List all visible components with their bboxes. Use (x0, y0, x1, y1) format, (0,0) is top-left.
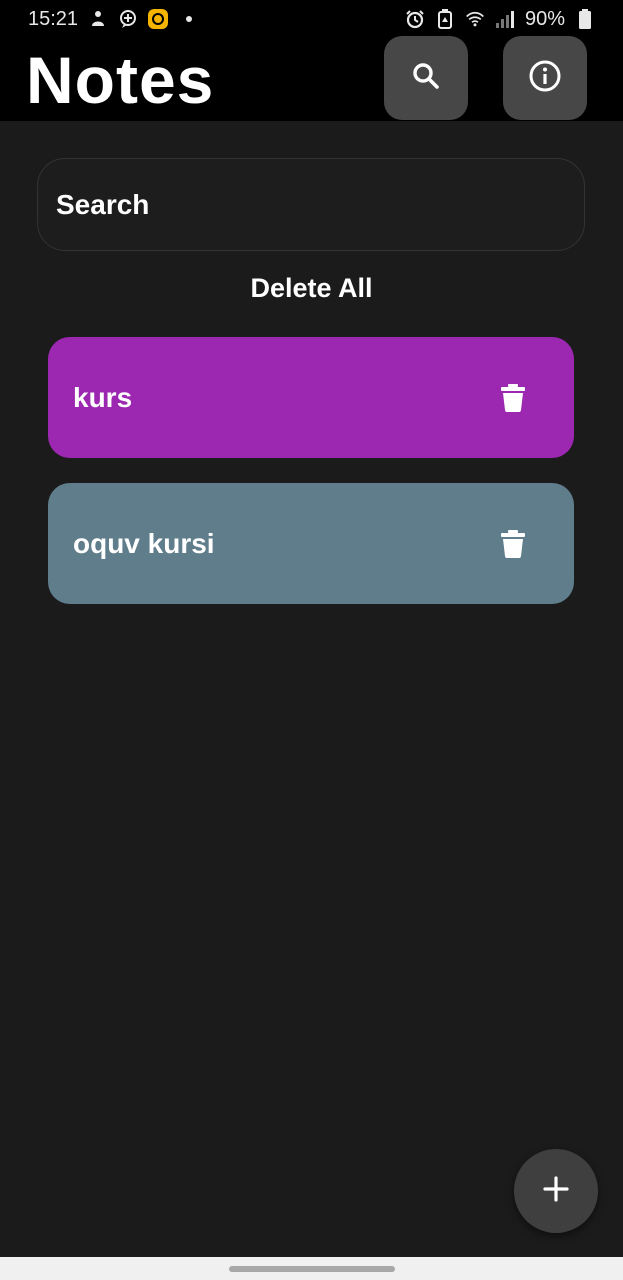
note-title: kurs (73, 381, 133, 413)
delete-note-button[interactable] (500, 529, 526, 559)
status-left: 15:21 (28, 7, 193, 31)
trash-icon (501, 383, 525, 412)
status-right: 90% (405, 8, 595, 31)
delete-all-button[interactable]: Delete All (0, 268, 623, 308)
navigation-bar (0, 1257, 623, 1280)
search-placeholder: Search (56, 188, 150, 220)
chat-plus-icon (118, 9, 138, 29)
dot-icon (186, 16, 193, 22)
note-card[interactable]: kurs (48, 337, 574, 458)
note-card[interactable]: oquv kursi (48, 483, 574, 604)
status-bar: 15:21 90% (0, 0, 623, 38)
search-button[interactable] (384, 36, 468, 120)
info-icon (528, 59, 562, 98)
delete-note-button[interactable] (500, 383, 526, 413)
notes-screen: 15:21 90% Notes Search Delete All kurs o… (0, 0, 623, 1280)
status-time: 15:21 (28, 7, 79, 30)
battery-saver-icon (435, 9, 455, 29)
trash-icon (501, 529, 525, 558)
note-title: oquv kursi (73, 527, 215, 559)
info-button[interactable] (503, 36, 587, 120)
plus-icon (543, 1175, 569, 1207)
app-badge-icon (148, 9, 169, 29)
battery-icon (575, 9, 595, 29)
search-input[interactable]: Search (37, 158, 585, 251)
wifi-icon (465, 9, 485, 29)
home-gesture-handle[interactable] (228, 1265, 395, 1272)
app-bar: Notes (0, 36, 623, 121)
battery-percent: 90% (524, 7, 565, 30)
alarm-icon (405, 9, 425, 29)
add-note-button[interactable] (514, 1149, 598, 1233)
person-icon (88, 9, 108, 29)
signal-icon (495, 9, 515, 29)
page-title: Notes (26, 43, 215, 117)
search-icon (411, 61, 441, 96)
